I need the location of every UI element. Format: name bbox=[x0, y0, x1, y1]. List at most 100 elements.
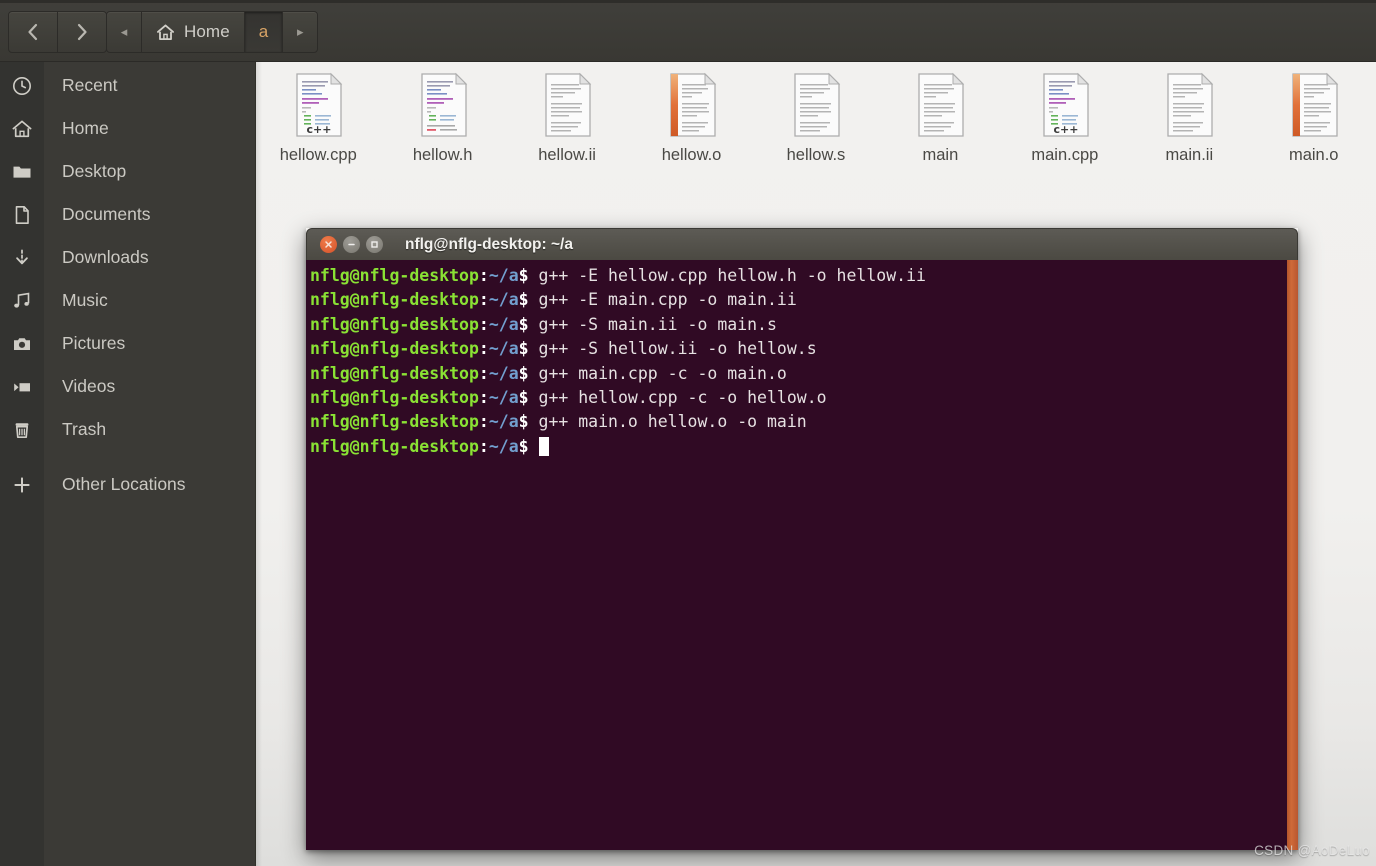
prompt-path: ~/a bbox=[488, 266, 519, 285]
file-name: hellow.h bbox=[412, 146, 473, 164]
prompt-user-host: nflg@nflg-desktop bbox=[310, 363, 479, 383]
prompt-path: ~/a bbox=[488, 388, 519, 408]
triangle-left-icon: ◂ bbox=[120, 24, 128, 39]
terminal-line: nflg@nflg-desktop:~/a$ bbox=[310, 435, 1284, 459]
terminal-line: nflg@nflg-desktop:~/a$ g++ main.o hellow… bbox=[310, 410, 1284, 434]
file-manager-window: ◂ Home a ▸ Recent Home Desktop Documents… bbox=[0, 0, 1376, 866]
breadcrumb-item-home[interactable]: Home bbox=[141, 12, 244, 52]
maximize-icon[interactable] bbox=[366, 236, 383, 253]
terminal-command: g++ main.cpp -c -o main.o bbox=[538, 363, 787, 383]
terminal-command: g++ -E main.cpp -o main.ii bbox=[538, 290, 797, 310]
sidebar-item-other-locations[interactable]: Other Locations bbox=[0, 463, 255, 506]
breadcrumb-label-home: Home bbox=[184, 22, 230, 41]
home-icon bbox=[0, 118, 44, 140]
breadcrumb-item-a[interactable]: a bbox=[243, 12, 283, 52]
sidebar-item-home[interactable]: Home bbox=[0, 107, 255, 150]
sidebar-item-documents[interactable]: Documents bbox=[0, 193, 255, 236]
file-name: hellow.o bbox=[661, 146, 722, 164]
prompt-colon: : bbox=[478, 339, 489, 359]
file-grid: c++ hellow.cpp hellow.h hellow.ii hellow… bbox=[256, 62, 1376, 180]
download-icon bbox=[0, 247, 44, 269]
minimize-icon[interactable] bbox=[343, 236, 360, 253]
sidebar-item-desktop[interactable]: Desktop bbox=[0, 150, 255, 193]
prompt-dollar: $ bbox=[518, 363, 539, 383]
terminal-line: nflg@nflg-desktop:~/a$ g++ -S hellow.ii … bbox=[310, 337, 1284, 361]
breadcrumb-label-a: a bbox=[258, 22, 269, 41]
file-name: hellow.ii bbox=[538, 146, 596, 164]
file-item[interactable]: hellow.ii bbox=[505, 70, 629, 165]
prompt-user-host: nflg@nflg-desktop bbox=[310, 436, 479, 456]
sidebar-label-other-locations: Other Locations bbox=[62, 474, 186, 494]
terminal-output: nflg@nflg-desktop:~/a$ g++ -E hellow.cpp… bbox=[310, 264, 1284, 459]
prompt-user-host: nflg@nflg-desktop bbox=[310, 339, 479, 359]
file-item[interactable]: hellow.o bbox=[629, 70, 753, 165]
prompt-dollar: $ bbox=[518, 388, 539, 408]
breadcrumb: ◂ Home a ▸ bbox=[106, 11, 319, 53]
prompt-colon: : bbox=[478, 363, 489, 383]
terminal-title-text: nflg@nflg-desktop: ~/a bbox=[405, 235, 573, 253]
file-item[interactable]: hellow.s bbox=[754, 70, 878, 165]
cpp-file-icon: c++ bbox=[287, 70, 349, 140]
plus-icon bbox=[0, 474, 44, 496]
prompt-path: ~/a bbox=[488, 290, 519, 310]
prompt-user-host: nflg@nflg-desktop bbox=[310, 314, 479, 334]
text-file-icon bbox=[785, 70, 847, 140]
sidebar-label-desktop: Desktop bbox=[62, 161, 127, 181]
sidebar-label-pictures: Pictures bbox=[62, 333, 126, 353]
prompt-dollar: $ bbox=[518, 314, 539, 334]
terminal-window[interactable]: nflg@nflg-desktop: ~/a nflg@nflg-desktop… bbox=[306, 228, 1298, 850]
prompt-colon: : bbox=[478, 412, 489, 432]
sidebar-item-downloads[interactable]: Downloads bbox=[0, 236, 255, 279]
trash-icon bbox=[0, 419, 44, 441]
watermark: CSDN @AoDeLuo bbox=[1254, 843, 1370, 858]
file-item[interactable]: hellow.h bbox=[380, 70, 504, 165]
forward-button[interactable] bbox=[57, 12, 106, 52]
header-file-icon bbox=[412, 70, 474, 140]
sidebar-item-pictures[interactable]: Pictures bbox=[0, 322, 255, 365]
file-item[interactable]: main.ii bbox=[1127, 70, 1251, 165]
prompt-dollar: $ bbox=[518, 339, 539, 359]
file-item[interactable]: c++ hellow.cpp bbox=[256, 70, 380, 165]
chevron-right-icon bbox=[77, 23, 87, 41]
sidebar-item-trash[interactable]: Trash bbox=[0, 408, 255, 451]
header-bar: ◂ Home a ▸ bbox=[0, 0, 1376, 62]
file-name: main bbox=[922, 146, 959, 164]
prompt-path: ~/a bbox=[488, 339, 519, 359]
file-name: main.ii bbox=[1165, 146, 1214, 164]
breadcrumb-scroll-right[interactable]: ▸ bbox=[282, 12, 317, 52]
folder-icon bbox=[0, 161, 44, 183]
sidebar-item-music[interactable]: Music bbox=[0, 279, 255, 322]
svg-text:c++: c++ bbox=[1053, 123, 1078, 136]
prompt-path: ~/a bbox=[488, 412, 519, 432]
sidebar-item-videos[interactable]: Videos bbox=[0, 365, 255, 408]
file-name: hellow.cpp bbox=[279, 146, 357, 164]
svg-text:c++: c++ bbox=[307, 123, 332, 136]
sidebar-item-recent[interactable]: Recent bbox=[0, 64, 255, 107]
sidebar-label-documents: Documents bbox=[62, 204, 151, 224]
video-icon bbox=[0, 376, 44, 398]
text-file-icon bbox=[909, 70, 971, 140]
document-icon bbox=[0, 204, 44, 226]
file-item[interactable]: c++ main.cpp bbox=[1003, 70, 1127, 165]
home-icon bbox=[156, 24, 175, 40]
terminal-command: g++ main.o hellow.o -o main bbox=[538, 412, 807, 432]
music-note-icon bbox=[0, 290, 44, 312]
file-item[interactable]: main bbox=[878, 70, 1002, 165]
binary-file-icon bbox=[1283, 70, 1345, 140]
text-file-icon bbox=[536, 70, 598, 140]
prompt-path: ~/a bbox=[488, 314, 519, 334]
prompt-dollar: $ bbox=[518, 266, 539, 285]
terminal-line: nflg@nflg-desktop:~/a$ g++ hellow.cpp -c… bbox=[310, 386, 1284, 410]
terminal-command: g++ hellow.cpp -c -o hellow.o bbox=[538, 388, 827, 408]
file-item[interactable]: main.o bbox=[1252, 70, 1376, 165]
terminal-line: nflg@nflg-desktop:~/a$ g++ -E hellow.cpp… bbox=[310, 264, 1284, 288]
breadcrumb-scroll-left[interactable]: ◂ bbox=[107, 12, 141, 52]
terminal-titlebar[interactable]: nflg@nflg-desktop: ~/a bbox=[306, 228, 1298, 260]
sidebar-label-home: Home bbox=[62, 118, 109, 138]
back-button[interactable] bbox=[9, 12, 57, 52]
terminal-body[interactable]: nflg@nflg-desktop:~/a$ g++ -E hellow.cpp… bbox=[306, 260, 1298, 850]
sidebar-label-recent: Recent bbox=[62, 75, 118, 95]
close-icon[interactable] bbox=[320, 236, 337, 253]
terminal-scrollbar[interactable] bbox=[1287, 260, 1298, 850]
